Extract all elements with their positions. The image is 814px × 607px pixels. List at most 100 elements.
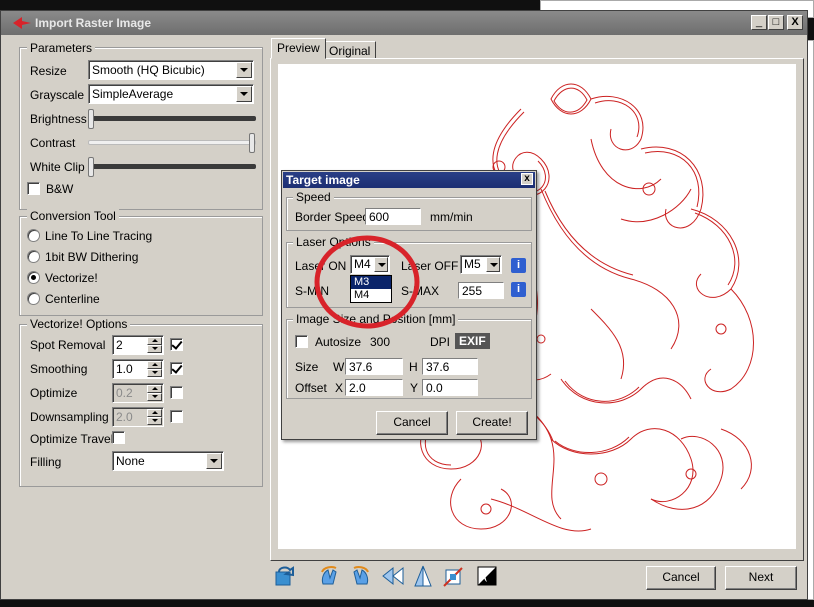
bw-checkbox[interactable] — [27, 182, 40, 195]
downsampling-value: 2.0 — [116, 410, 133, 424]
flip-horizontal-icon[interactable] — [381, 564, 405, 588]
brightness-label: Brightness — [30, 112, 87, 126]
filling-select[interactable]: None — [112, 451, 224, 471]
contrast-slider[interactable] — [88, 133, 256, 153]
dialog-title: Target image — [286, 173, 360, 187]
spot-removal-value: 2 — [116, 338, 123, 352]
create-button[interactable]: Create! — [456, 411, 528, 435]
optimize-travel-label: Optimize Travel — [30, 432, 114, 446]
offset-y-label: Y — [410, 381, 419, 395]
invert-icon[interactable] — [475, 564, 499, 588]
radio-label-dithering: 1bit BW Dithering — [45, 250, 139, 264]
close-button[interactable]: X — [787, 15, 803, 30]
stepper-down-icon[interactable] — [147, 345, 162, 353]
whiteclip-label: White Clip — [30, 160, 85, 174]
radio-dithering[interactable] — [27, 250, 40, 263]
grayscale-value: SimpleAverage — [92, 87, 174, 101]
offset-label: Offset — [295, 381, 327, 395]
dialog-cancel-button[interactable]: Cancel — [376, 411, 448, 435]
minimize-button[interactable]: _ — [751, 15, 767, 30]
border-speed-label: Border Speed — [295, 210, 370, 224]
dialog-title-bar[interactable]: Target image x — [283, 172, 535, 188]
conversion-tool-title: Conversion Tool — [27, 209, 119, 223]
crop-icon[interactable] — [442, 564, 466, 588]
spot-removal-checkbox[interactable] — [170, 338, 183, 351]
downsampling-checkbox[interactable] — [170, 410, 183, 423]
tab-original[interactable]: Original — [323, 41, 377, 59]
resize-select[interactable]: Smooth (HQ Bicubic) — [88, 60, 254, 80]
height-input[interactable]: 37.6 — [422, 358, 478, 375]
offset-y-input[interactable]: 0.0 — [422, 379, 478, 396]
stepper-down-icon[interactable] — [147, 369, 162, 377]
grayscale-select[interactable]: SimpleAverage — [88, 84, 254, 104]
smax-input[interactable]: 255 — [458, 282, 504, 299]
chevron-down-icon[interactable] — [206, 453, 222, 469]
rotate-icon[interactable] — [273, 564, 297, 588]
contrast-label: Contrast — [30, 136, 76, 150]
bw-label: B&W — [46, 182, 74, 196]
spot-removal-label: Spot Removal — [30, 338, 106, 352]
maximize-button[interactable]: □ — [768, 15, 784, 30]
stepper-down-icon[interactable] — [147, 417, 162, 425]
next-button[interactable]: Next — [725, 566, 797, 590]
app-logo-icon — [13, 17, 31, 29]
optimize-label: Optimize — [30, 386, 78, 400]
stepper-up-icon[interactable] — [147, 361, 162, 369]
stepper-up-icon[interactable] — [147, 409, 162, 417]
optimize-stepper[interactable]: 0.2 — [112, 383, 164, 403]
radio-line-to-line[interactable] — [27, 229, 40, 242]
spot-removal-stepper[interactable]: 2 — [112, 335, 164, 355]
background-window-side — [807, 40, 814, 600]
radio-centerline[interactable] — [27, 292, 40, 305]
width-label: W — [333, 360, 345, 374]
filling-value: None — [116, 454, 145, 468]
dpi-label: DPI — [430, 335, 451, 349]
dpi-value: 300 — [370, 335, 391, 349]
laser-off-select[interactable]: M5 — [460, 255, 502, 274]
window-title: Import Raster Image — [35, 16, 152, 30]
smoothing-label: Smoothing — [30, 362, 88, 376]
border-speed-input[interactable]: 600 — [365, 208, 421, 225]
hand-left-icon[interactable] — [318, 564, 342, 588]
stepper-up-icon[interactable] — [147, 385, 162, 393]
radio-label-centerline: Centerline — [45, 292, 100, 306]
chevron-down-icon[interactable] — [236, 62, 252, 78]
cancel-button[interactable]: Cancel — [646, 566, 716, 590]
title-bar[interactable]: Import Raster Image _ □ X — [1, 11, 807, 35]
whiteclip-slider[interactable] — [88, 157, 256, 177]
stepper-down-icon[interactable] — [147, 393, 162, 401]
optimize-checkbox[interactable] — [170, 386, 183, 399]
annotation-circle — [314, 235, 420, 329]
chevron-down-icon[interactable] — [236, 86, 252, 102]
optimize-travel-checkbox[interactable] — [112, 431, 125, 444]
flip-vertical-icon[interactable] — [411, 564, 435, 588]
stepper-up-icon[interactable] — [147, 337, 162, 345]
laser-off-value: M5 — [464, 257, 481, 271]
vectorize-options-title: Vectorize! Options — [27, 317, 131, 331]
brightness-slider[interactable] — [88, 109, 256, 129]
smoothing-checkbox[interactable] — [170, 362, 183, 375]
radio-label-vectorize: Vectorize! — [45, 271, 98, 285]
resize-label: Resize — [30, 64, 67, 78]
size-label: Size — [295, 360, 319, 374]
smax-info-icon[interactable]: i — [511, 282, 526, 297]
chevron-down-icon[interactable] — [486, 257, 500, 272]
height-label: H — [409, 360, 418, 374]
exif-button[interactable]: EXIF — [455, 333, 490, 349]
brightness-slider-thumb[interactable] — [88, 109, 94, 129]
smoothing-stepper[interactable]: 1.0 — [112, 359, 164, 379]
whiteclip-slider-thumb[interactable] — [88, 157, 94, 177]
downsampling-stepper[interactable]: 2.0 — [112, 407, 164, 427]
smoothing-value: 1.0 — [116, 362, 133, 376]
downsampling-label: Downsampling — [30, 410, 109, 424]
offset-x-label: X — [335, 381, 344, 395]
width-input[interactable]: 37.6 — [345, 358, 403, 375]
radio-vectorize[interactable] — [27, 271, 40, 284]
contrast-slider-thumb[interactable] — [249, 133, 255, 153]
offset-x-input[interactable]: 2.0 — [345, 379, 403, 396]
laser-info-icon[interactable]: i — [511, 258, 526, 273]
autosize-checkbox[interactable] — [295, 335, 308, 348]
tab-preview[interactable]: Preview — [271, 38, 326, 59]
hand-right-icon[interactable] — [348, 564, 372, 588]
dialog-close-button[interactable]: x — [521, 173, 533, 185]
